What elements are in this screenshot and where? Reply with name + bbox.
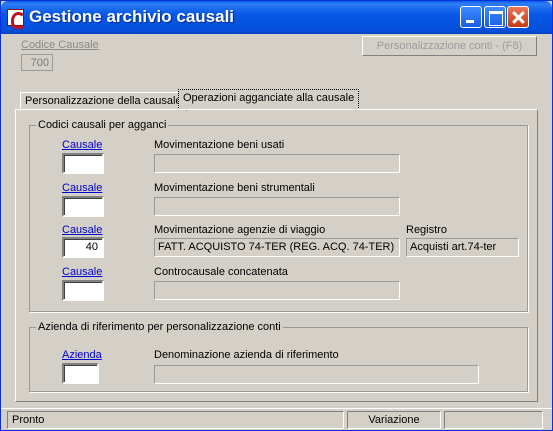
capital-goods-label: Movimentazione beni strumentali xyxy=(154,182,315,194)
tab-linked-operations[interactable]: Operazioni agganciate alla causale xyxy=(178,89,360,110)
codes-group-title: Codici causali per agganci xyxy=(36,119,169,131)
travel-agencies-description: FATT. ACQUISTO 74-TER (REG. ACQ. 74-TER) xyxy=(154,238,400,257)
maximize-icon[interactable] xyxy=(484,6,506,28)
causale-link-used-goods[interactable]: Causale xyxy=(62,139,102,151)
causale-input-capital-goods[interactable] xyxy=(62,196,104,217)
travel-agencies-label: Movimentazione agenzie di viaggio xyxy=(154,224,326,236)
status-text: Pronto xyxy=(7,411,344,429)
counter-causal-description xyxy=(154,281,400,300)
causale-link-travel-agencies[interactable]: Causale xyxy=(62,224,102,236)
code-field: 700 xyxy=(21,54,53,71)
counter-causal-label: Controcausale concatenata xyxy=(154,266,288,278)
title-bar[interactable]: Gestione archivio causali xyxy=(1,1,552,34)
used-goods-description xyxy=(154,154,400,173)
personalize-accounts-button[interactable]: Personalizzazione conti - (F8) xyxy=(362,36,537,56)
app-window: Gestione archivio causali Codice Causale… xyxy=(0,0,553,431)
causale-link-counter-causal[interactable]: Causale xyxy=(62,266,102,278)
close-icon[interactable] xyxy=(507,6,529,28)
causale-input-counter-causal[interactable] xyxy=(62,280,104,301)
code-label: Codice Causale xyxy=(21,39,99,51)
status-mode: Variazione xyxy=(347,411,441,429)
capital-goods-description xyxy=(154,197,400,216)
causale-input-used-goods[interactable] xyxy=(62,153,104,174)
causale-link-capital-goods[interactable]: Causale xyxy=(62,182,102,194)
register-value: Acquisti art.74-ter xyxy=(406,238,519,257)
company-name-description xyxy=(154,365,479,384)
status-bar: Pronto Variazione xyxy=(1,408,552,430)
company-name-label: Denominazione azienda di riferimento xyxy=(154,349,339,361)
used-goods-label: Movimentazione beni usati xyxy=(154,139,285,151)
company-group-title: Azienda di riferimento per personalizzaz… xyxy=(36,321,283,333)
app-logo-icon[interactable] xyxy=(7,9,26,29)
azienda-link[interactable]: Azienda xyxy=(62,349,102,361)
status-extra xyxy=(444,411,543,429)
minimize-icon[interactable] xyxy=(460,6,482,28)
azienda-input[interactable] xyxy=(62,363,99,384)
register-label: Registro xyxy=(406,224,447,236)
causale-input-travel-agencies[interactable]: 40 xyxy=(62,237,104,258)
window-title: Gestione archivio causali xyxy=(29,7,235,26)
